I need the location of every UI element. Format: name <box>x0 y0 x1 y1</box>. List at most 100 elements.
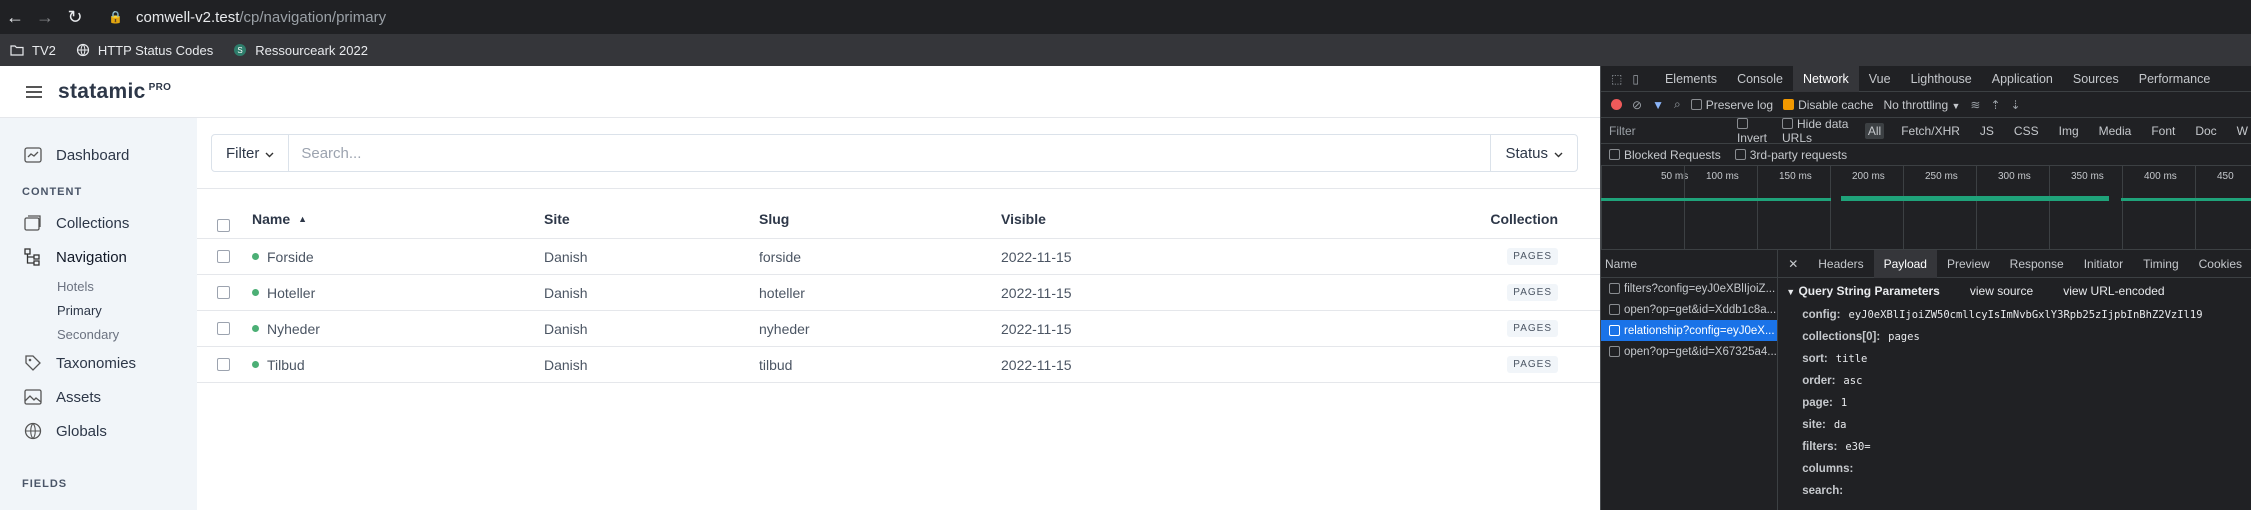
wifi-icon[interactable]: ≋ <box>1970 98 1980 112</box>
back-icon[interactable]: ← <box>0 2 30 32</box>
column-header-visible[interactable]: Visible <box>1001 211 1046 227</box>
type-filter-ws[interactable]: W <box>2234 123 2251 139</box>
tab-vue[interactable]: Vue <box>1859 66 1901 92</box>
disable-cache-checkbox[interactable]: Disable cache <box>1783 98 1873 112</box>
hide-data-urls-checkbox[interactable]: Hide data URLs <box>1782 117 1851 145</box>
sidebar-item-collections[interactable]: Collections <box>0 206 197 240</box>
network-filter-input[interactable]: Filter <box>1609 124 1723 138</box>
third-party-checkbox[interactable]: 3rd-party requests <box>1734 148 1847 162</box>
entry-title-link[interactable]: Hoteller <box>267 285 315 301</box>
query-param: search: <box>1802 485 1844 497</box>
entry-title-link[interactable]: Nyheder <box>267 321 320 337</box>
request-row-selected[interactable]: relationship?config=eyJ0eX... <box>1601 320 1778 341</box>
published-status-dot <box>252 289 259 296</box>
type-filter-media[interactable]: Media <box>2096 123 2135 139</box>
sidebar-section-content: CONTENT <box>22 186 83 198</box>
tab-performance[interactable]: Performance <box>2129 66 2221 92</box>
sidebar-subitem-hotels[interactable]: Hotels <box>0 274 197 298</box>
export-icon[interactable]: ⇣ <box>2011 98 2021 112</box>
tab-headers[interactable]: Headers <box>1808 250 1873 278</box>
tab-timing[interactable]: Timing <box>2133 250 2189 278</box>
row-checkbox[interactable] <box>217 286 230 299</box>
select-all-checkbox[interactable] <box>217 219 230 232</box>
query-param: page: 1 <box>1802 397 1848 409</box>
column-header-site[interactable]: Site <box>544 211 570 227</box>
forward-icon[interactable]: → <box>30 2 60 32</box>
filter-button[interactable]: Filter <box>212 135 290 171</box>
sidebar-subitem-secondary[interactable]: Secondary <box>0 322 197 346</box>
sidebar-item-navigation[interactable]: Navigation <box>0 240 197 274</box>
type-filter-js[interactable]: JS <box>1977 123 1997 139</box>
view-url-encoded-link[interactable]: view URL-encoded <box>2063 284 2164 298</box>
type-filter-font[interactable]: Font <box>2148 123 2178 139</box>
sidebar-subitem-primary[interactable]: Primary <box>0 298 197 322</box>
tab-cookies[interactable]: Cookies <box>2189 250 2251 278</box>
record-icon[interactable] <box>1611 99 1622 110</box>
row-checkbox[interactable] <box>217 322 230 335</box>
bookmark-http-status-codes[interactable]: HTTP Status Codes <box>76 43 213 58</box>
sidebar-item-globals[interactable]: Globals <box>0 414 197 448</box>
clear-icon[interactable]: ⊘ <box>1632 98 1642 112</box>
tab-initiator[interactable]: Initiator <box>2074 250 2133 278</box>
sidebar-item-label: Taxonomies <box>56 354 137 372</box>
tab-sources[interactable]: Sources <box>2063 66 2129 92</box>
tab-lighthouse[interactable]: Lighthouse <box>1901 66 1982 92</box>
menu-icon[interactable] <box>26 85 42 98</box>
tab-preview[interactable]: Preview <box>1937 250 2000 278</box>
column-header-name[interactable]: Name <box>1601 250 1778 278</box>
type-filter-fetch-xhr[interactable]: Fetch/XHR <box>1898 123 1963 139</box>
request-row[interactable]: open?op=get&id=X67325a4... <box>1601 341 1777 362</box>
cell-visible: 2022-11-15 <box>1001 284 1072 301</box>
sidebar-item-taxonomies[interactable]: Taxonomies <box>0 346 197 380</box>
row-checkbox[interactable] <box>217 358 230 371</box>
search-icon[interactable]: ⌕ <box>1674 97 1681 112</box>
entry-title-link[interactable]: Forside <box>267 249 314 265</box>
import-icon[interactable]: ⇡ <box>1990 98 2000 112</box>
tab-payload[interactable]: Payload <box>1873 249 1937 278</box>
statamic-logo[interactable]: statamic PRO <box>58 80 171 104</box>
tab-console[interactable]: Console <box>1727 66 1793 92</box>
bookmark-ressourceark[interactable]: S Ressourceark 2022 <box>233 43 368 58</box>
throttling-select[interactable]: No throttling ▼ <box>1883 98 1960 112</box>
tab-network[interactable]: Network <box>1792 65 1859 92</box>
timeline-tick: 250 ms <box>1925 171 1958 182</box>
tab-elements[interactable]: Elements <box>1655 66 1727 92</box>
close-icon[interactable]: ✕ <box>1778 250 1808 278</box>
type-filter-img[interactable]: Img <box>2056 123 2082 139</box>
column-header-slug[interactable]: Slug <box>759 211 789 227</box>
network-timeline[interactable]: 50 ms 100 ms 150 ms 200 ms 250 ms 300 ms… <box>1601 166 2251 250</box>
inspect-icon[interactable]: ⬚ <box>1611 72 1622 86</box>
address-bar[interactable]: 🔒 comwell-v2.test/cp/navigation/primary <box>108 4 2251 30</box>
timeline-tick: 200 ms <box>1852 171 1885 182</box>
type-filter-css[interactable]: CSS <box>2011 123 2042 139</box>
device-toggle-icon[interactable]: ▯ <box>1632 72 1639 86</box>
type-filter-doc[interactable]: Doc <box>2192 123 2219 139</box>
entry-title-link[interactable]: Tilbud <box>267 357 305 373</box>
sidebar-item-dashboard[interactable]: Dashboard <box>0 138 197 172</box>
bookmark-tv2[interactable]: TV2 <box>10 43 56 58</box>
request-row[interactable]: open?op=get&id=Xddb1c8a... <box>1601 299 1777 320</box>
view-source-link[interactable]: view source <box>1970 284 2033 298</box>
query-string-section[interactable]: ▼ Query String Parameters view source vi… <box>1778 278 2251 304</box>
statamic-app: statamic PRO Dashboard CONTENT Collection… <box>0 66 1600 510</box>
reload-icon[interactable]: ↻ <box>60 2 90 32</box>
cell-visible: 2022-11-15 <box>1001 320 1072 337</box>
status-button[interactable]: Status <box>1490 135 1577 171</box>
query-param: order: asc <box>1802 375 1863 387</box>
tab-application[interactable]: Application <box>1982 66 2063 92</box>
request-row[interactable]: filters?config=eyJ0eXBlIjoiZ... <box>1601 278 1777 299</box>
filter-icon[interactable]: ▼ <box>1652 98 1664 112</box>
column-header-name[interactable]: Name ▲ <box>252 211 307 227</box>
tag-icon <box>24 354 42 372</box>
type-filter-all[interactable]: All <box>1864 122 1885 139</box>
preserve-log-checkbox[interactable]: Preserve log <box>1690 98 1773 112</box>
sidebar-item-assets[interactable]: Assets <box>0 380 197 414</box>
lock-icon: 🔒 <box>108 10 123 24</box>
url-host: comwell-v2.test <box>136 8 240 26</box>
invert-checkbox[interactable]: Invert <box>1736 117 1768 145</box>
search-input[interactable] <box>289 135 1491 171</box>
tab-response[interactable]: Response <box>2000 250 2074 278</box>
blocked-requests-checkbox[interactable]: Blocked Requests <box>1609 148 1721 162</box>
query-param: config: eyJ0eXBlIjoiZW50cmllcyIsImNvbGxlY… <box>1802 309 2203 321</box>
row-checkbox[interactable] <box>217 250 230 263</box>
